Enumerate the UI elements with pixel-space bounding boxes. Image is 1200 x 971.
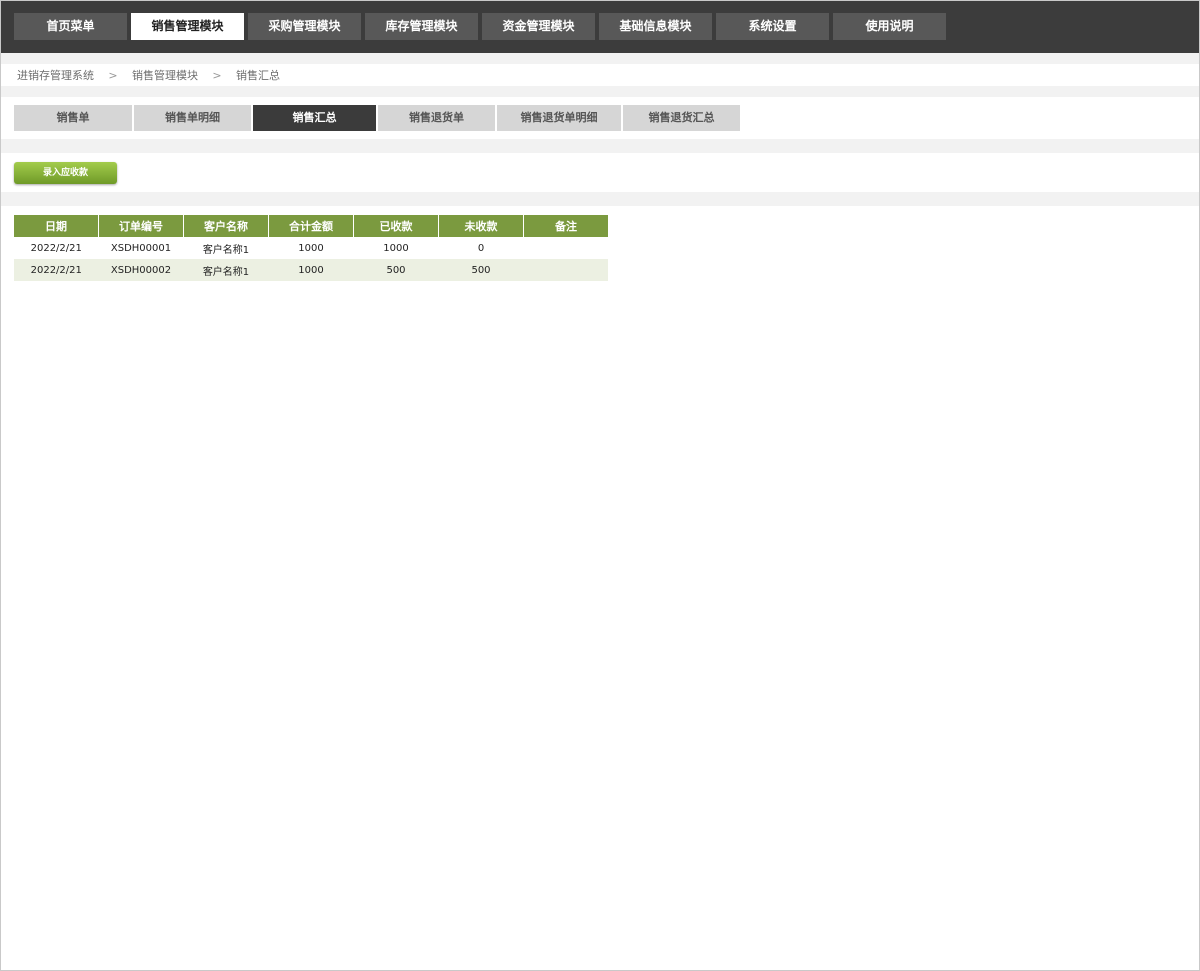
sales-summary-table: 日期 订单编号 客户名称 合计金额 已收款 未收款 备注 2022/2/21 X…: [14, 215, 608, 281]
breadcrumb: 进销存管理系统 > 销售管理模块 > 销售汇总: [1, 64, 1199, 86]
breadcrumb-item-sales-module[interactable]: 销售管理模块: [132, 67, 198, 83]
breadcrumb-separator: >: [108, 68, 118, 82]
cell-customer: 客户名称1: [183, 259, 269, 281]
table-row[interactable]: 2022/2/21 XSDH00002 客户名称1 1000 500 500: [14, 259, 608, 281]
column-header-remark[interactable]: 备注: [523, 215, 608, 237]
breadcrumb-separator: >: [212, 68, 222, 82]
cell-customer: 客户名称1: [202, 244, 250, 256]
topnav-purchase[interactable]: 采购管理模块: [248, 13, 361, 40]
tab-sales-return-summary[interactable]: 销售退货汇总: [623, 105, 740, 131]
top-nav-menu: 首页菜单 销售管理模块 采购管理模块 库存管理模块 资金管理模块 基础信息模块 …: [14, 13, 946, 40]
table-header-row: 日期 订单编号 客户名称 合计金额 已收款 未收款 备注: [14, 215, 608, 237]
cell-date: 2022/2/21: [30, 242, 82, 254]
app-frame: 首页菜单 销售管理模块 采购管理模块 库存管理模块 资金管理模块 基础信息模块 …: [0, 0, 1200, 971]
cell-unreceived: 500: [438, 259, 524, 281]
topnav-sales[interactable]: 销售管理模块: [131, 13, 244, 40]
column-header-unreceived[interactable]: 未收款: [438, 215, 524, 237]
add-receivable-button[interactable]: 录入应收款: [14, 162, 117, 184]
cell-order-no: XSDH00001: [110, 242, 172, 254]
cell-received: 500: [353, 259, 439, 281]
breadcrumb-item-current: 销售汇总: [236, 69, 280, 82]
cell-total: 1000: [298, 242, 324, 254]
column-header-order-no[interactable]: 订单编号: [98, 215, 184, 237]
action-toolbar: 录入应收款: [1, 153, 1199, 192]
tab-sales-order-detail[interactable]: 销售单明细: [134, 105, 251, 131]
top-navigation-bar: 首页菜单 销售管理模块 采购管理模块 库存管理模块 资金管理模块 基础信息模块 …: [1, 1, 1199, 53]
cell-total: 1000: [268, 259, 354, 281]
topnav-help[interactable]: 使用说明: [833, 13, 946, 40]
topnav-system-settings[interactable]: 系统设置: [716, 13, 829, 40]
column-header-customer[interactable]: 客户名称: [183, 215, 269, 237]
tab-sales-order[interactable]: 销售单: [14, 105, 132, 131]
main-content: 日期 订单编号 客户名称 合计金额 已收款 未收款 备注 2022/2/21 X…: [1, 206, 1199, 970]
tab-sales-return-detail[interactable]: 销售退货单明细: [497, 105, 621, 131]
column-header-total[interactable]: 合计金额: [268, 215, 354, 237]
column-header-received[interactable]: 已收款: [353, 215, 439, 237]
topnav-home[interactable]: 首页菜单: [14, 13, 127, 40]
topnav-basic-info[interactable]: 基础信息模块: [599, 13, 712, 40]
tab-sales-return[interactable]: 销售退货单: [378, 105, 495, 131]
tab-sales-summary[interactable]: 销售汇总: [253, 105, 376, 131]
cell-remark: [524, 237, 609, 259]
topnav-inventory[interactable]: 库存管理模块: [365, 13, 478, 40]
cell-date: 2022/2/21: [14, 259, 99, 281]
sub-tabs-row: 销售单 销售单明细 销售汇总 销售退货单 销售退货单明细 销售退货汇总: [1, 97, 1199, 139]
column-header-date[interactable]: 日期: [14, 215, 99, 237]
cell-unreceived: 0: [477, 242, 485, 254]
breadcrumb-item-system[interactable]: 进销存管理系统: [1, 67, 94, 83]
sub-tabs: 销售单 销售单明细 销售汇总 销售退货单 销售退货单明细 销售退货汇总: [14, 105, 740, 131]
cell-received: 1000: [383, 242, 409, 254]
topnav-finance[interactable]: 资金管理模块: [482, 13, 595, 40]
cell-remark: [523, 259, 608, 281]
cell-order-no: XSDH00002: [98, 259, 184, 281]
table-row[interactable]: 2022/2/21 XSDH00001 客户名称1 1000 1000 0: [14, 237, 608, 259]
